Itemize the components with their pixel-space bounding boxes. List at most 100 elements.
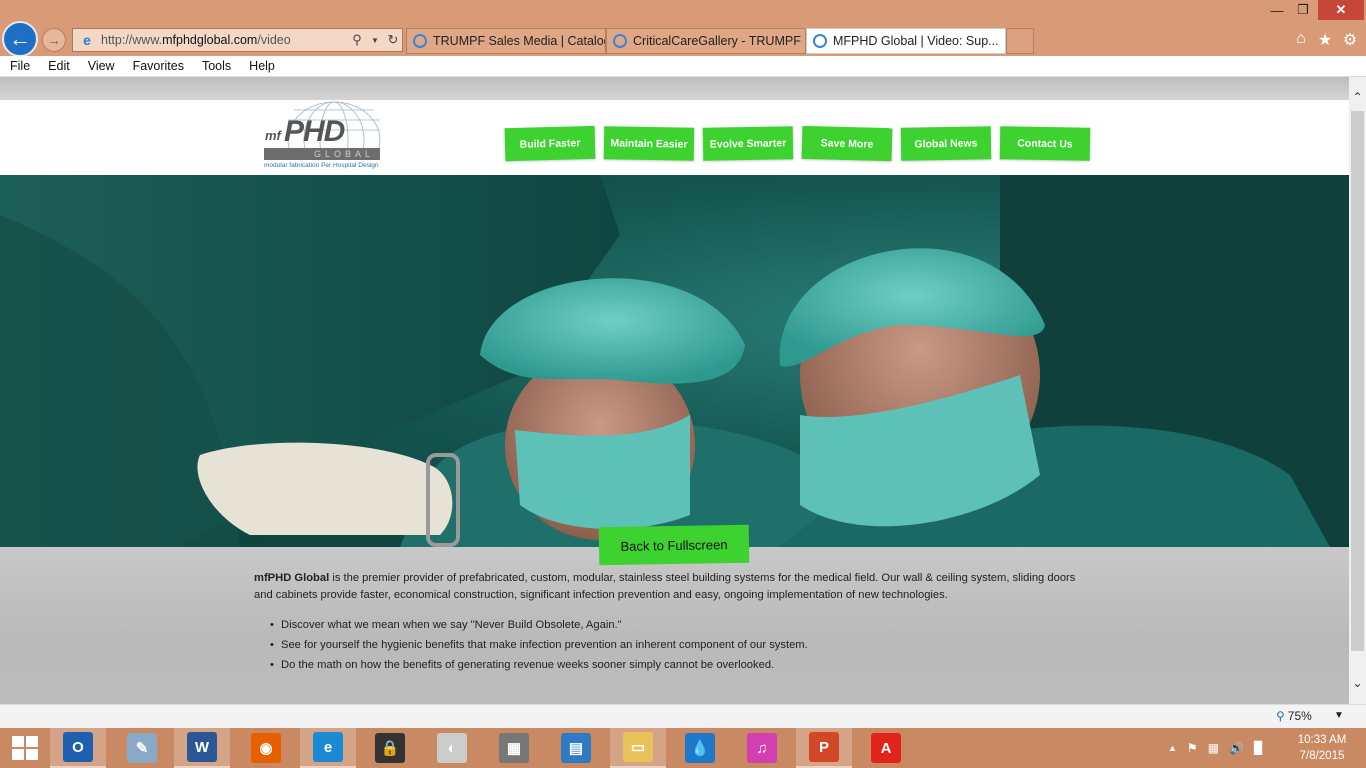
taskbar-button[interactable]: ▭ xyxy=(610,728,666,768)
nav-global-news[interactable]: Global News xyxy=(900,126,992,161)
minimize-button[interactable]: — xyxy=(1264,0,1290,20)
itunes-icon: ♫ xyxy=(747,733,777,763)
zoom-icon: ⚲ xyxy=(1276,709,1285,723)
tray-expand-icon[interactable]: ▲ xyxy=(1168,743,1177,753)
file-explorer-icon: ▭ xyxy=(623,732,653,762)
network-signal-icon[interactable]: ▉ xyxy=(1254,741,1263,755)
gear-icon[interactable]: ⚙ xyxy=(1339,30,1361,50)
nav-build-faster[interactable]: Build Faster xyxy=(504,125,596,162)
tab-label: CriticalCareGallery - TRUMPF ... xyxy=(633,34,806,48)
menu-file[interactable]: File xyxy=(0,59,38,73)
refresh-icon[interactable]: ↻ xyxy=(384,32,402,48)
ie-tab-icon xyxy=(613,34,627,48)
surgeons-image xyxy=(0,175,1349,547)
zoom-level: 75% xyxy=(1287,709,1312,723)
logo-wordmark: mf PHD xyxy=(262,116,382,148)
scroll-down-icon[interactable]: ⌄ xyxy=(1349,675,1366,692)
intro-paragraph: mfPHD Global is the premier provider of … xyxy=(254,570,1084,604)
system-tray: ▲ ⚑ ▦ 🔊 ▉ xyxy=(1168,728,1263,768)
tab-critical-care-gallery[interactable]: CriticalCareGallery - TRUMPF ... xyxy=(606,28,806,54)
nav-contact-us[interactable]: Contact Us xyxy=(999,126,1091,161)
url-path: /video xyxy=(257,33,291,47)
paint-icon: ✎ xyxy=(127,733,157,763)
address-bar[interactable]: e http://www.mfphdglobal.com/video ⚲ ▼ ↻ xyxy=(72,28,403,52)
taskbar-button[interactable]: ▦ xyxy=(486,728,542,768)
clock-time: 10:33 AM xyxy=(1297,734,1347,746)
ie-tab-icon xyxy=(413,34,427,48)
taskbar-button[interactable]: W xyxy=(174,728,230,768)
water-drop-icon: 💧 xyxy=(685,733,715,763)
menu-bar: File Edit View Favorites Tools Help xyxy=(0,56,1366,77)
url-domain: mfphdglobal.com xyxy=(162,33,258,47)
forward-button[interactable]: → xyxy=(42,28,66,52)
volume-icon[interactable]: 🔊 xyxy=(1229,741,1244,755)
taskbar-button[interactable]: ✎ xyxy=(114,728,170,768)
clock-date: 7/8/2015 xyxy=(1299,750,1345,762)
hero-video[interactable] xyxy=(0,175,1349,547)
ie-tab-icon xyxy=(813,34,827,48)
nav-evolve-smarter[interactable]: Evolve Smarter xyxy=(702,126,794,161)
taskbar-button[interactable]: ♫ xyxy=(734,728,790,768)
menu-edit[interactable]: Edit xyxy=(38,59,78,73)
top-strip xyxy=(0,77,1349,100)
benefit-list: Discover what we mean when we say "Never… xyxy=(270,615,1090,675)
url-text[interactable]: http://www.mfphdglobal.com/video xyxy=(101,33,348,47)
vertical-scrollbar[interactable]: ⌃ ⌄ xyxy=(1349,77,1366,704)
new-tab-button[interactable] xyxy=(1006,28,1034,54)
tab-trumpf-sales[interactable]: TRUMPF Sales Media | Catalog xyxy=(406,28,606,54)
device-icon[interactable]: ▦ xyxy=(1208,741,1219,755)
taskbar-button[interactable]: P xyxy=(796,728,852,768)
close-tab-icon[interactable]: ✕ xyxy=(999,33,1006,49)
url-prefix: http://www. xyxy=(101,33,163,47)
intro-section: mfPHD Global is the premier provider of … xyxy=(0,547,1349,704)
restore-button[interactable]: ❐ xyxy=(1290,0,1316,20)
list-item: See for yourself the hygienic benefits t… xyxy=(270,635,1090,655)
taskbar-button[interactable]: A xyxy=(858,728,914,768)
powerpoint-icon: P xyxy=(809,732,839,762)
menu-favorites[interactable]: Favorites xyxy=(123,59,192,73)
logo-tagline: modular fabrication Per Hospital Design xyxy=(264,162,379,169)
wall-icon: ▦ xyxy=(499,733,529,763)
zoom-control[interactable]: ⚲ 75% xyxy=(1276,709,1312,723)
taskbar: O ✎ W ◉ e 🔒 ◐ ▦ ▤ ▭ 💧 ♫ P A ▲ ⚑ ▦ 🔊 ▉ 10:33 AM 7/8/20… xyxy=(0,728,1366,768)
word-icon: W xyxy=(187,732,217,762)
dropdown-icon[interactable]: ▼ xyxy=(366,36,384,45)
scroll-up-icon[interactable]: ⌃ xyxy=(1349,89,1366,106)
favorites-star-icon[interactable]: ★ xyxy=(1314,30,1336,50)
arrow-left-icon: ← xyxy=(9,26,31,51)
taskbar-button[interactable]: ◉ xyxy=(238,728,294,768)
taskbar-button[interactable]: e xyxy=(300,728,356,768)
intro-text: is the premier provider of prefabricated… xyxy=(254,572,1076,601)
outlook-icon: O xyxy=(63,732,93,762)
menu-tools[interactable]: Tools xyxy=(192,59,239,73)
clock[interactable]: 10:33 AM 7/8/2015 xyxy=(1292,732,1352,764)
arrow-right-icon: → xyxy=(47,32,61,48)
home-icon[interactable]: ⌂ xyxy=(1290,30,1312,50)
mfphd-logo[interactable]: mf PHD GLOBAL modular fabrication Per Ho… xyxy=(262,100,384,174)
back-button[interactable]: ← xyxy=(2,21,38,57)
tab-label: TRUMPF Sales Media | Catalog xyxy=(433,34,606,48)
action-center-flag-icon[interactable]: ⚑ xyxy=(1187,741,1198,755)
menu-view[interactable]: View xyxy=(78,59,123,73)
ie-page-icon: e xyxy=(83,32,91,48)
list-item: Discover what we mean when we say "Never… xyxy=(270,615,1090,635)
nav-maintain-easier[interactable]: Maintain Easier xyxy=(603,126,695,161)
taskbar-button[interactable]: ◐ xyxy=(424,728,480,768)
windows-start-icon[interactable] xyxy=(8,734,40,762)
close-window-button[interactable]: ✕ xyxy=(1318,0,1364,20)
browser-titlebar: ← → e http://www.mfphdglobal.com/video ⚲… xyxy=(0,0,1366,57)
taskbar-button[interactable]: 💧 xyxy=(672,728,728,768)
nav-save-more[interactable]: Save More xyxy=(801,125,893,162)
zoom-dropdown-icon[interactable]: ▼ xyxy=(1334,710,1344,721)
site-header: mf PHD GLOBAL modular fabrication Per Ho… xyxy=(0,100,1349,175)
menu-help[interactable]: Help xyxy=(239,59,283,73)
internet-explorer-icon: e xyxy=(313,732,343,762)
taskbar-button[interactable]: ▤ xyxy=(548,728,604,768)
tab-mfphd-video[interactable]: MFPHD Global | Video: Sup... ✕ xyxy=(806,28,1006,54)
search-icon[interactable]: ⚲ xyxy=(348,32,366,48)
acrobat-icon: A xyxy=(871,733,901,763)
taskbar-button[interactable]: 🔒 xyxy=(362,728,418,768)
scrollbar-thumb[interactable] xyxy=(1351,111,1364,651)
taskbar-button[interactable]: O xyxy=(50,728,106,768)
back-to-fullscreen-button[interactable]: Back to Fullscreen xyxy=(598,524,750,566)
